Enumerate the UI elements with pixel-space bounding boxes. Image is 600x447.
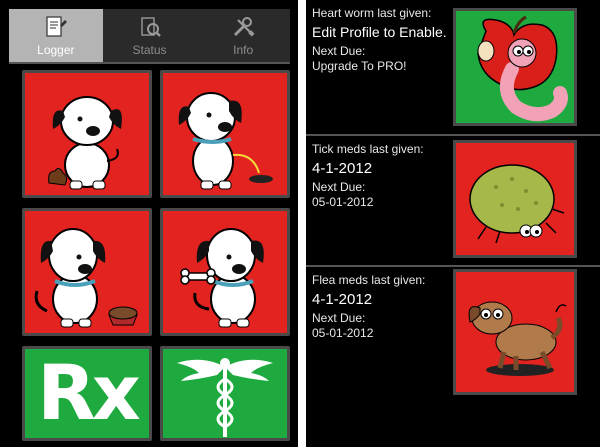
dog-poop-icon <box>48 96 122 190</box>
tick-tile[interactable] <box>453 140 577 258</box>
heartworm-due-value: Upgrade To PRO! <box>312 59 407 73</box>
tick-due-label: Next Due: <box>312 180 366 194</box>
dog-food-bowl-icon <box>34 228 138 328</box>
tab-info[interactable]: Info <box>196 9 290 62</box>
tab-status[interactable]: Status <box>103 9 197 62</box>
heartworm-tile[interactable] <box>453 8 577 126</box>
status-screen: Heart worm last given: Edit Profile to E… <box>306 0 600 447</box>
wrench-screwdriver-icon <box>234 17 255 37</box>
heartworm-label: Heart worm last given: <box>312 6 432 20</box>
magnifier-document-icon <box>140 17 161 37</box>
tab-bar: Logger Status Info <box>9 9 290 64</box>
worm-apple-icon <box>477 15 568 122</box>
tab-label: Logger <box>37 43 75 57</box>
rx-tile[interactable]: Rx <box>22 346 152 441</box>
tick-info: Tick meds last given: 4-1-2012 Next Due:… <box>312 142 452 210</box>
flea-due-value: 05-01-2012 <box>312 326 374 340</box>
flea-due-label: Next Due: <box>312 311 366 325</box>
tab-label: Info <box>233 43 254 57</box>
rx-label: Rx <box>37 348 141 437</box>
tick-value: 4-1-2012 <box>312 160 373 177</box>
heartworm-info: Heart worm last given: Edit Profile to E… <box>312 6 452 74</box>
dog-treat-tile[interactable] <box>160 208 290 336</box>
heartworm-due-label: Next Due: <box>312 44 366 58</box>
document-pen-icon <box>46 16 67 37</box>
dog-pee-icon <box>178 92 273 190</box>
caduceus-icon <box>177 358 273 437</box>
logger-screen: Logger Status Info Rx <box>0 0 298 447</box>
dog-poop-tile[interactable] <box>22 70 152 198</box>
tick-label: Tick meds last given: <box>312 142 424 156</box>
flea-value: 4-1-2012 <box>312 291 373 308</box>
caduceus-tile[interactable] <box>160 346 290 441</box>
dog-pee-tile[interactable] <box>160 70 290 198</box>
scratching-dog-icon <box>468 301 567 376</box>
heartworm-value: Edit Profile to Enable. <box>312 24 447 40</box>
flea-info: Flea meds last given: 4-1-2012 Next Due:… <box>312 273 452 341</box>
tick-row[interactable]: Tick meds last given: 4-1-2012 Next Due:… <box>306 136 600 266</box>
flea-row[interactable]: Flea meds last given: 4-1-2012 Next Due:… <box>306 267 600 397</box>
flea-tile[interactable] <box>453 269 577 395</box>
tab-label: Status <box>132 43 167 57</box>
dog-bone-icon <box>180 228 264 328</box>
screen-divider <box>298 0 306 447</box>
tab-logger[interactable]: Logger <box>9 9 103 62</box>
tick-due-value: 05-01-2012 <box>312 195 374 209</box>
tick-bug-icon <box>469 164 565 244</box>
dog-food-tile[interactable] <box>22 208 152 336</box>
flea-label: Flea meds last given: <box>312 273 426 287</box>
heartworm-row[interactable]: Heart worm last given: Edit Profile to E… <box>306 0 600 135</box>
